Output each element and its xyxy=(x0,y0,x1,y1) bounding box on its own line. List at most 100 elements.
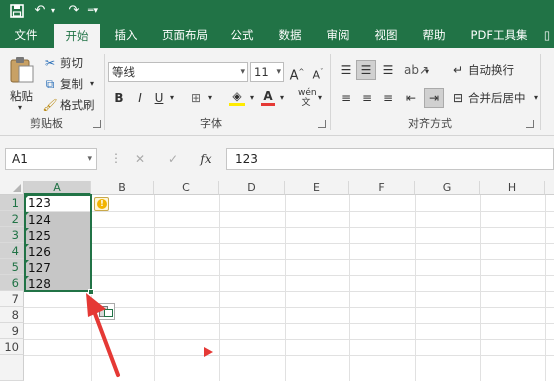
paste-dropdown-icon[interactable]: ▾ xyxy=(18,100,22,116)
name-box-dropdown-icon[interactable]: ▾ xyxy=(87,149,92,169)
format-painter-icon: 🖌 xyxy=(42,98,58,112)
group-divider xyxy=(540,54,541,130)
italic-icon[interactable]: I xyxy=(133,90,147,106)
underline-dropdown-icon[interactable]: ▾ xyxy=(167,90,177,106)
wrap-text-label: 自动换行 xyxy=(468,63,514,77)
tab-home[interactable]: 开始 xyxy=(54,24,100,48)
align-bottom-icon[interactable]: ☰ xyxy=(379,62,397,78)
align-right-icon[interactable]: ≡ xyxy=(379,90,397,106)
row-header-8[interactable]: 8 xyxy=(0,307,24,323)
wrap-text-button[interactable]: ↵ 自动换行 xyxy=(450,60,522,80)
row-header-6[interactable]: 6 xyxy=(0,275,24,291)
formula-bar: A1 ▾ ⋮ ✕ ✓ fx 123 xyxy=(0,136,554,181)
font-size-combo[interactable]: 11 ▾ xyxy=(250,62,284,82)
undo-dropdown-icon[interactable]: ▾ xyxy=(48,1,58,21)
font-name-combo[interactable]: 等线 ▾ xyxy=(108,62,248,82)
row-header-5[interactable]: 5 xyxy=(0,259,24,275)
error-warning-icon[interactable]: ! xyxy=(94,197,109,211)
align-left-icon[interactable]: ≡ xyxy=(337,90,355,106)
font-color-icon[interactable]: A xyxy=(260,88,276,106)
tab-insert[interactable]: 插入 xyxy=(106,22,146,48)
font-color-dropdown-icon[interactable]: ▾ xyxy=(277,90,287,106)
cut-button[interactable]: ✂ 剪切 xyxy=(42,54,102,72)
clipboard-launcher-icon[interactable] xyxy=(93,120,101,128)
tab-page-layout[interactable]: 页面布局 xyxy=(156,22,214,48)
column-header-f[interactable]: F xyxy=(349,181,415,195)
align-center-icon[interactable]: ≡ xyxy=(358,90,376,106)
column-header-b[interactable]: B xyxy=(91,181,154,195)
increase-font-icon[interactable]: A^ xyxy=(289,64,305,84)
grid-line xyxy=(24,243,554,244)
column-header-h[interactable]: H xyxy=(480,181,545,195)
row-header-2[interactable]: 2 xyxy=(0,211,24,227)
select-all-corner[interactable] xyxy=(0,181,24,195)
row-header-3[interactable]: 3 xyxy=(0,227,24,243)
cancel-icon[interactable]: ✕ xyxy=(132,151,148,167)
font-group-label: 字体 xyxy=(200,117,222,130)
fill-color-icon[interactable]: ◈ xyxy=(228,88,246,106)
scissors-icon: ✂ xyxy=(44,56,56,70)
paste-button[interactable]: 粘贴 ▾ xyxy=(6,54,36,112)
copy-icon: ⧉ xyxy=(45,77,55,91)
increase-indent-icon[interactable]: ⇥ xyxy=(424,88,444,108)
tab-help[interactable]: 帮助 xyxy=(414,22,454,48)
align-middle-icon[interactable]: ☰ xyxy=(356,60,376,80)
bold-icon[interactable]: B xyxy=(112,90,126,106)
border-dropdown-icon[interactable]: ▾ xyxy=(205,90,215,106)
orientation-dropdown-icon[interactable]: ▾ xyxy=(422,64,432,80)
column-header-c[interactable]: C xyxy=(154,181,219,195)
grid-line xyxy=(24,227,554,228)
redo-icon[interactable]: ↷ xyxy=(66,1,82,21)
row-header-9[interactable]: 9 xyxy=(0,323,24,339)
ribbon: 粘贴 ▾ ✂ 剪切 ⧉ 复制 ▾ 🖌 格式刷 剪贴板 等线 ▾ 11 ▾ A^ … xyxy=(0,48,554,136)
name-box[interactable]: A1 ▾ xyxy=(5,148,97,170)
fill-color-dropdown-icon[interactable]: ▾ xyxy=(247,90,257,106)
row-header-10[interactable]: 10 xyxy=(0,339,24,355)
alignment-launcher-icon[interactable] xyxy=(526,120,534,128)
orientation-icon[interactable]: ab↗ xyxy=(404,62,429,78)
group-divider xyxy=(104,54,105,130)
tab-view[interactable]: 视图 xyxy=(366,22,406,48)
tab-file[interactable]: 文件 xyxy=(6,22,46,48)
save-icon[interactable] xyxy=(8,1,26,21)
tab-data[interactable]: 数据 xyxy=(270,22,310,48)
font-launcher-icon[interactable] xyxy=(318,120,326,128)
row-header-1[interactable]: 1 xyxy=(0,195,24,211)
merge-center-dropdown-icon[interactable]: ▾ xyxy=(534,90,538,106)
grid-line xyxy=(154,195,155,381)
annotation-arrow xyxy=(86,293,120,377)
undo-icon[interactable]: ↶ xyxy=(32,1,48,21)
worksheet-grid[interactable]: A B C D E F G H 1 2 3 4 5 6 7 8 9 10 123… xyxy=(0,181,554,381)
decrease-indent-icon[interactable]: ⇤ xyxy=(402,90,420,106)
insert-function-icon[interactable]: fx xyxy=(196,151,216,167)
tab-overflow-icon[interactable]: ▯ xyxy=(540,22,554,48)
row-header-11[interactable] xyxy=(0,355,24,381)
tab-review[interactable]: 审阅 xyxy=(318,22,358,48)
customize-icon[interactable]: ═▾ xyxy=(86,1,100,21)
align-top-icon[interactable]: ☰ xyxy=(337,62,355,78)
tab-pdf-tools[interactable]: PDF工具集 xyxy=(464,22,534,48)
tab-formulas[interactable]: 公式 xyxy=(222,22,262,48)
underline-icon[interactable]: U xyxy=(152,90,166,106)
row-header-7[interactable]: 7 xyxy=(0,291,24,307)
formula-value: 123 xyxy=(235,152,258,166)
formula-bar-grip-icon[interactable]: ⋮ xyxy=(110,150,122,166)
column-header-e[interactable]: E xyxy=(285,181,349,195)
column-header-a[interactable]: A xyxy=(24,181,91,195)
font-size-dropdown-icon: ▾ xyxy=(276,67,281,77)
phonetic-icon[interactable]: wén 文 xyxy=(298,88,317,108)
column-header-i[interactable] xyxy=(545,181,554,195)
formula-input[interactable]: 123 xyxy=(226,148,554,170)
column-header-g[interactable]: G xyxy=(415,181,480,195)
copy-dropdown-icon[interactable]: ▾ xyxy=(90,76,94,92)
column-header-d[interactable]: D xyxy=(219,181,285,195)
phonetic-dropdown-icon[interactable]: ▾ xyxy=(315,90,325,106)
merge-center-button[interactable]: ⊟ 合并后居中 ▾ xyxy=(450,88,550,108)
row-header-4[interactable]: 4 xyxy=(0,243,24,259)
format-painter-button[interactable]: 🖌 格式刷 xyxy=(42,96,102,114)
decrease-font-icon[interactable]: Aˇ xyxy=(310,64,326,84)
border-icon[interactable]: ⊞ xyxy=(188,90,204,106)
enter-icon[interactable]: ✓ xyxy=(165,151,181,167)
copy-button[interactable]: ⧉ 复制 ▾ xyxy=(42,75,102,93)
grid-line xyxy=(285,195,286,381)
